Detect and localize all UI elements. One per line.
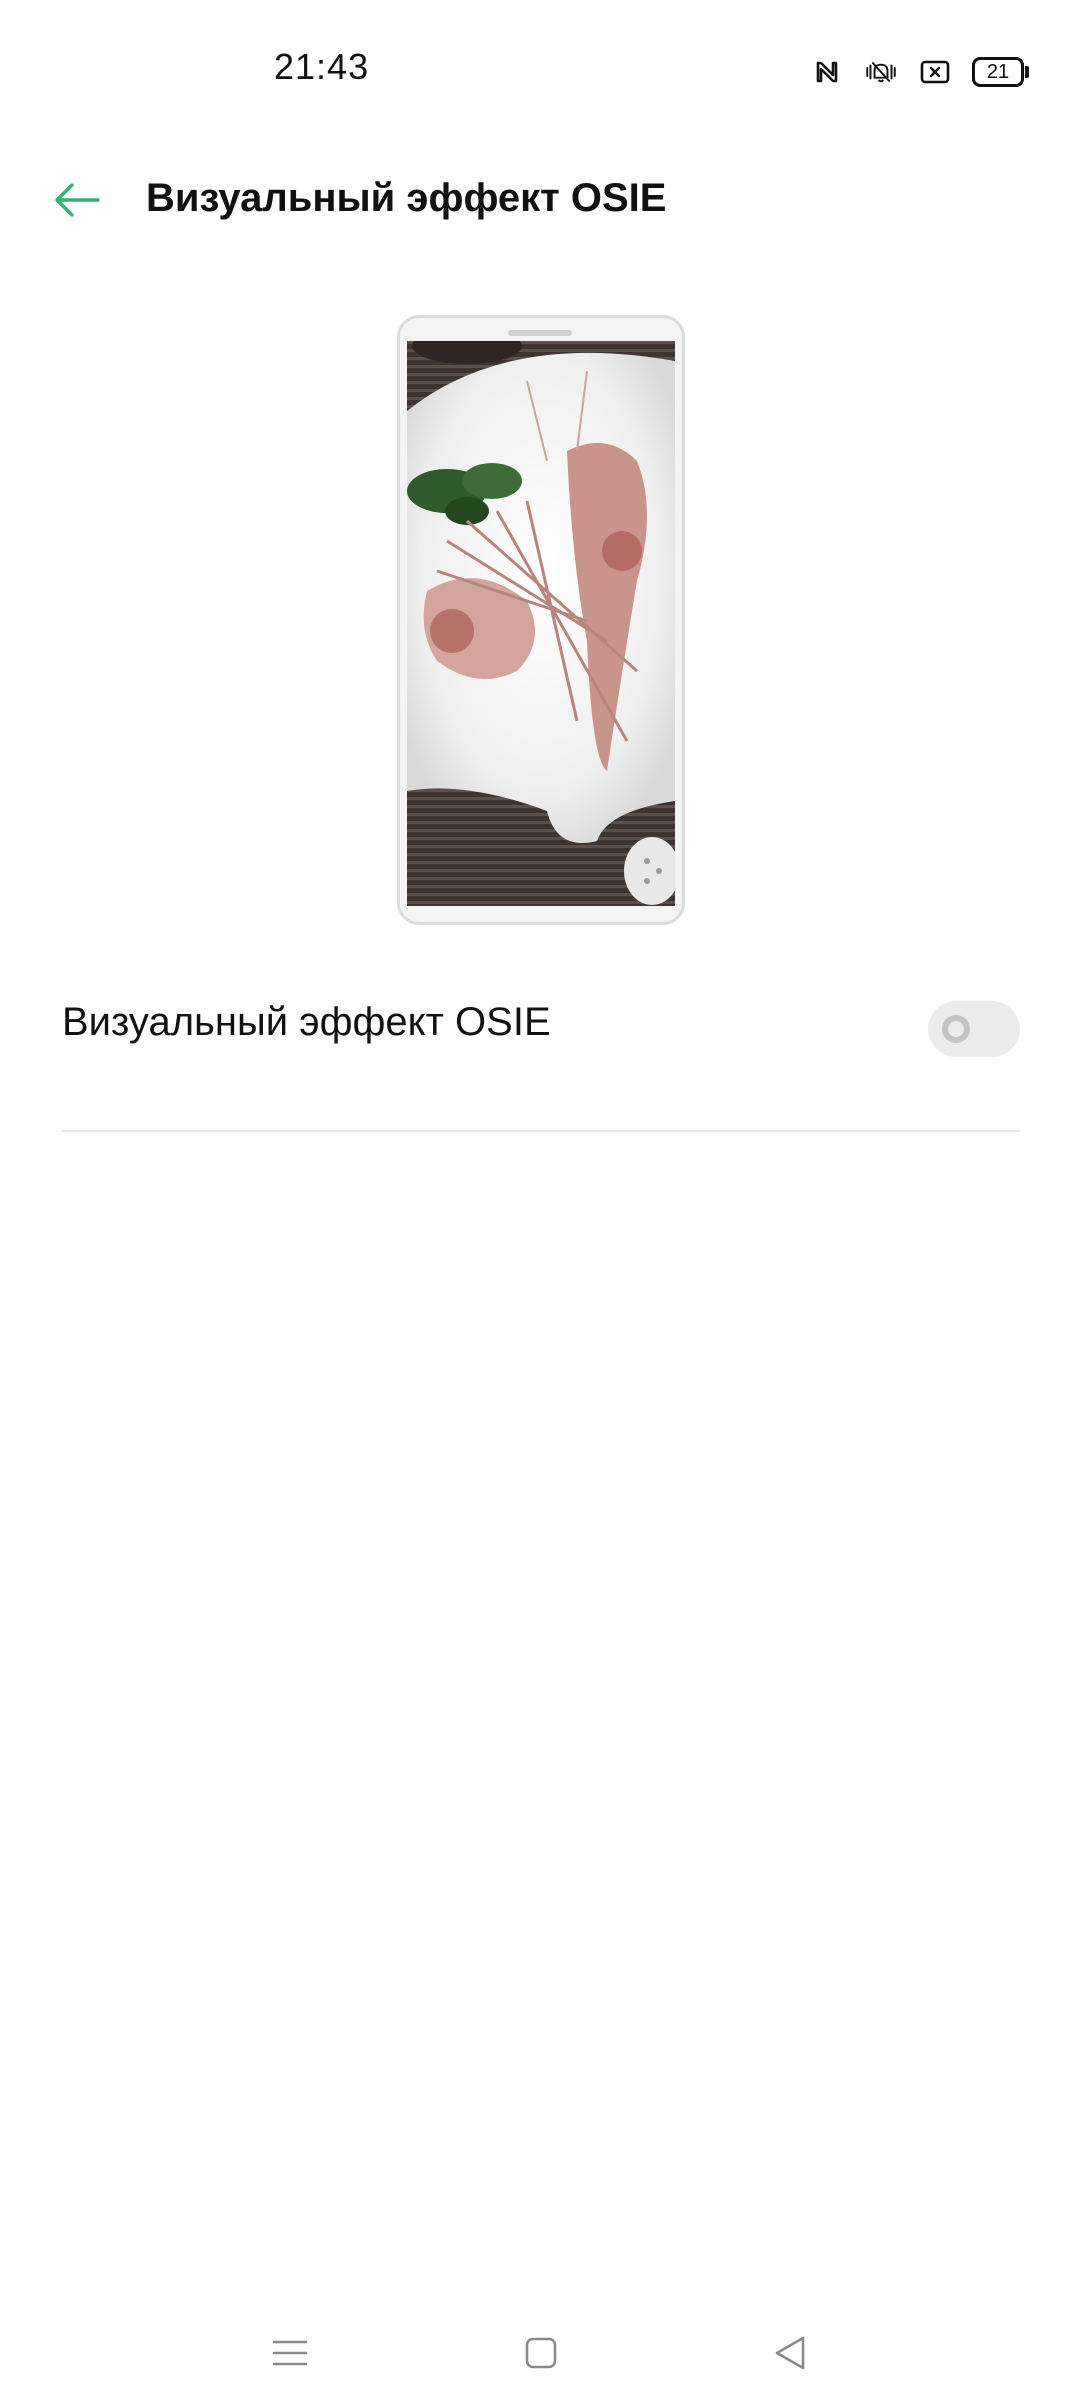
vibrate-muted-bell-icon <box>864 55 898 89</box>
home-icon <box>525 2337 557 2369</box>
toggle-knob <box>942 1015 970 1043</box>
divider <box>62 1130 1020 1132</box>
status-icons: 21 <box>810 52 1029 92</box>
battery-level: 21 <box>986 61 1010 83</box>
preview-wallpaper-image <box>407 341 675 906</box>
back-triangle-icon <box>775 2336 805 2370</box>
navigation-bar <box>0 2300 1080 2400</box>
menu-icon <box>272 2340 308 2366</box>
page-title: Визуальный эффект OSIE <box>146 176 667 220</box>
status-bar: 21:43 21 <box>0 0 1080 140</box>
arrow-left-icon <box>55 183 100 217</box>
osie-setting-label: Визуальный эффект OSIE <box>62 1000 551 1044</box>
osie-setting-row[interactable]: Визуальный эффект OSIE <box>62 980 1020 1060</box>
battery-icon: 21 <box>972 57 1029 87</box>
back-nav-button[interactable] <box>765 2328 815 2378</box>
nfc-icon <box>810 55 844 89</box>
osie-toggle[interactable] <box>928 1001 1020 1057</box>
status-time: 21:43 <box>274 46 370 87</box>
header: Визуальный эффект OSIE <box>0 150 1080 250</box>
phone-preview <box>397 315 685 925</box>
menu-button[interactable] <box>265 2328 315 2378</box>
back-button[interactable] <box>44 172 110 228</box>
home-button[interactable] <box>516 2328 566 2378</box>
preview-notch <box>508 330 572 336</box>
screen-cast-icon <box>918 55 952 89</box>
